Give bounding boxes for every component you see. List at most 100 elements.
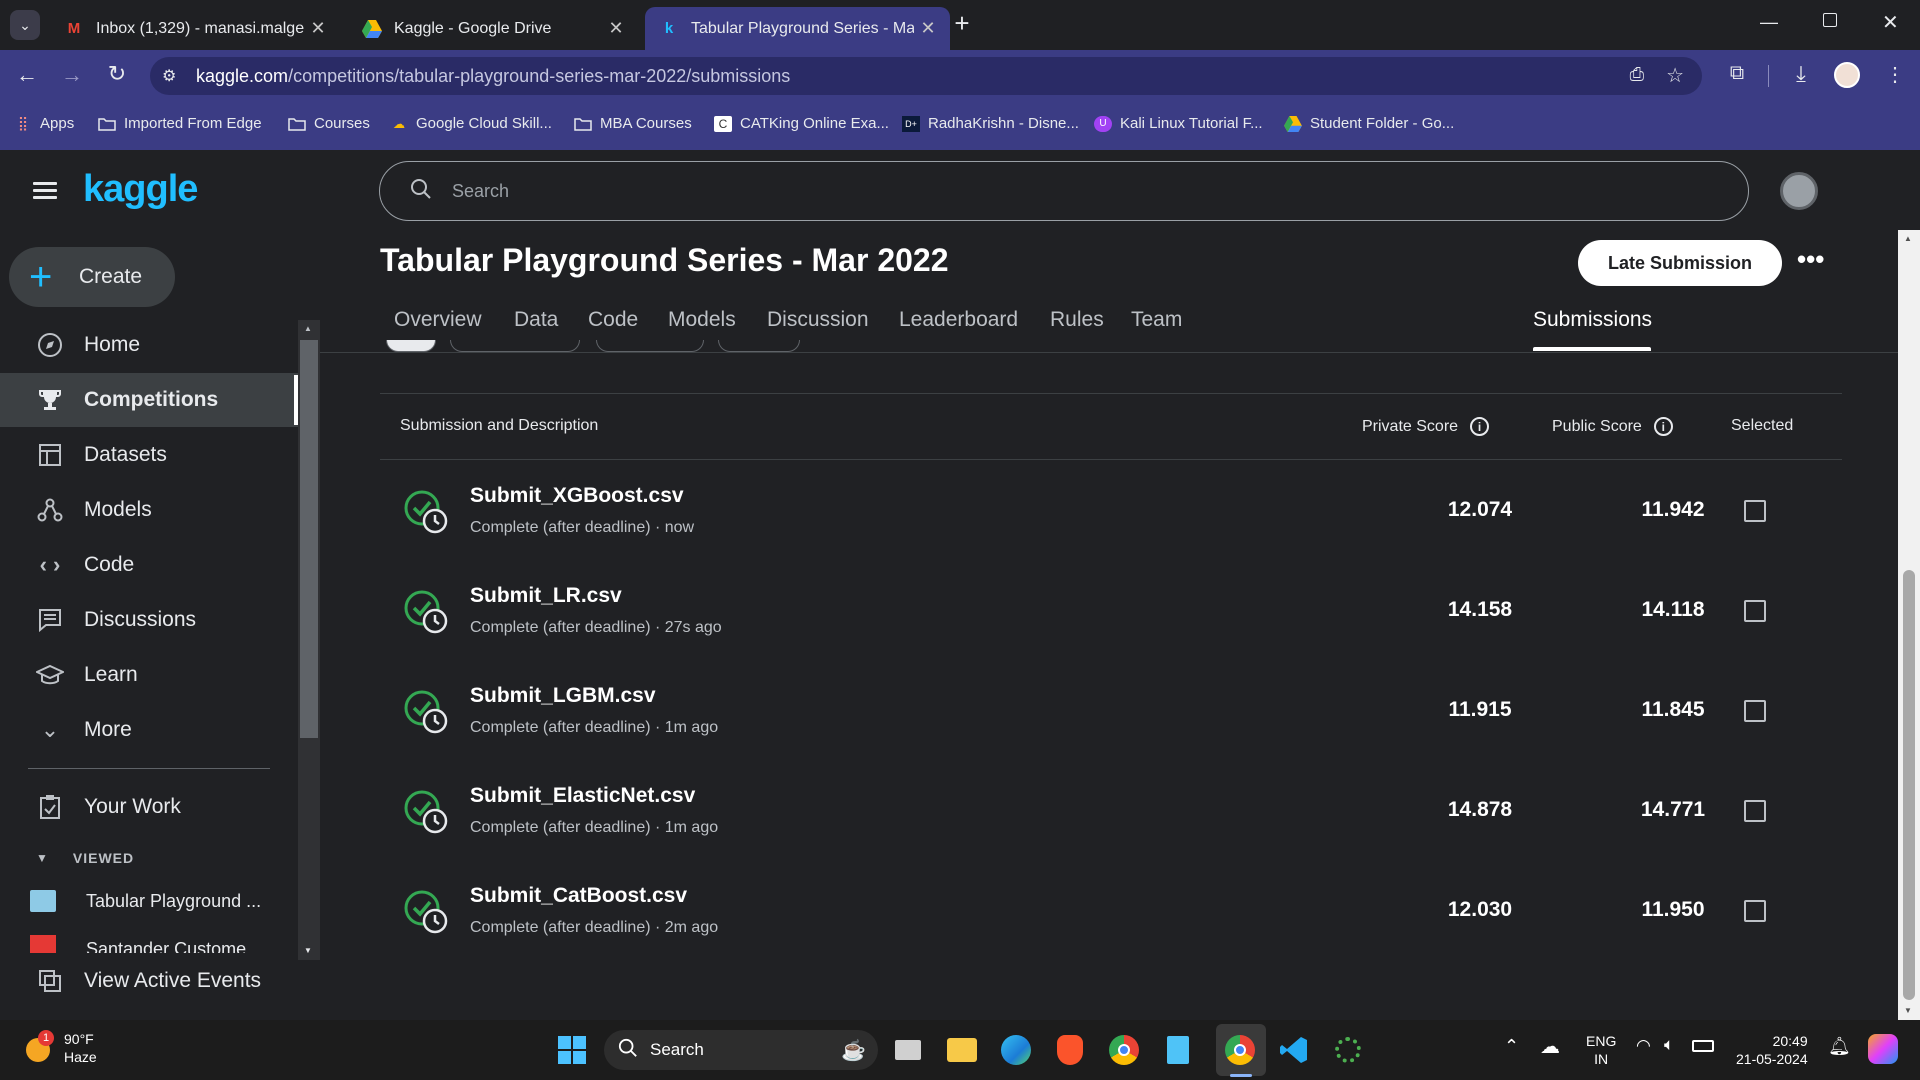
new-tab-button[interactable]: + [950,8,974,39]
tab-search-button[interactable]: ⌄ [10,10,40,40]
page-scrollbar[interactable]: ▲ ▼ [1898,230,1920,1020]
bookmark-mba-courses[interactable]: MBA Courses [574,115,692,132]
bookmark-kali-linux[interactable]: U Kali Linux Tutorial F... [1094,115,1263,132]
address-bar[interactable]: ⚙ kaggle.com/competitions/tabular-playgr… [150,57,1702,95]
vscode-icon[interactable] [1276,1032,1312,1068]
windows-start-icon[interactable] [554,1032,590,1068]
selected-checkbox[interactable] [1744,700,1766,722]
more-options-icon[interactable]: ••• [1797,244,1824,275]
loading-app-icon[interactable] [1330,1032,1366,1068]
bookmark-student-folder[interactable]: Student Folder - Go... [1284,115,1454,132]
site-info-icon[interactable]: ⚙ [162,66,188,86]
sidebar-item-learn[interactable]: Learn [0,648,298,702]
table-row[interactable]: Submit_LGBM.csv Complete (after deadline… [380,660,1842,760]
hamburger-menu-icon[interactable] [33,182,57,199]
install-app-icon[interactable]: ⎙ [1630,64,1644,85]
brave-icon[interactable] [1052,1032,1088,1068]
bookmark-imported-from-edge[interactable]: Imported From Edge [98,115,262,132]
bookmark-courses[interactable]: Courses [288,115,370,132]
chrome-icon[interactable] [1106,1032,1142,1068]
submission-filename[interactable]: Submit_XGBoost.csv [470,484,684,508]
sidebar-item-models[interactable]: Models [0,483,298,537]
notification-bell-icon[interactable]: 🔔︎ [1828,1036,1851,1057]
tab-team[interactable]: Team [1131,308,1182,332]
chrome-profile-icon[interactable] [1222,1032,1258,1068]
tab-rules[interactable]: Rules [1050,308,1104,332]
bookmark-catking[interactable]: C CATKing Online Exa... [714,115,889,132]
copilot-icon[interactable] [1868,1034,1898,1064]
sidebar-scrollbar[interactable]: ▲ ▼ [298,320,320,960]
table-row[interactable]: Submit_LR.csv Complete (after deadline) … [380,560,1842,660]
notepad-icon[interactable] [1160,1032,1196,1068]
profile-avatar[interactable] [1834,62,1860,88]
tab-overview[interactable]: Overview [394,308,482,332]
onedrive-icon[interactable]: ☁ [1540,1034,1560,1059]
sidebar-item-home[interactable]: Home [0,318,298,372]
edge-icon[interactable] [998,1032,1034,1068]
tab-data[interactable]: Data [514,308,558,332]
info-icon[interactable]: i [1470,417,1490,436]
close-icon[interactable]: ✕ [914,18,942,39]
submission-filename[interactable]: Submit_LGBM.csv [470,684,656,708]
battery-icon[interactable] [1692,1040,1714,1052]
selected-checkbox[interactable] [1744,600,1766,622]
window-close-icon[interactable]: ✕ [1882,10,1899,35]
back-icon[interactable]: ← [12,62,42,88]
sidebar-item-more[interactable]: ⌄ More [0,703,298,757]
close-icon[interactable]: ✕ [304,18,332,39]
tab-kaggle-active[interactable]: k Tabular Playground Series - Mar ✕ [645,7,950,50]
tab-google-drive[interactable]: Kaggle - Google Drive ✕ [348,7,638,50]
info-icon[interactable]: i [1653,417,1673,436]
extensions-icon[interactable]: ⧉ [1722,62,1752,85]
menu-kebab-icon[interactable]: ⋮ [1880,62,1910,87]
sidebar-item-code[interactable]: ‹ › Code [0,538,298,592]
selected-checkbox[interactable] [1744,500,1766,522]
viewed-item-santander[interactable]: Santander Custome... [30,935,261,953]
tab-gmail[interactable]: M Inbox (1,329) - manasi.malge@ ✕ [50,7,340,50]
sidebar-item-competitions[interactable]: Competitions [0,373,298,427]
close-icon[interactable]: ✕ [602,18,630,39]
sidebar-item-discussions[interactable]: Discussions [0,593,298,647]
sidebar-item-your-work[interactable]: Your Work [0,780,298,834]
tab-code[interactable]: Code [588,308,638,332]
reload-icon[interactable]: ↻ [102,61,132,87]
filter-chip-errors[interactable] [718,340,800,352]
sidebar-item-view-active-events[interactable]: View Active Events [0,954,298,1008]
table-row[interactable]: Submit_XGBoost.csv Complete (after deadl… [380,460,1842,560]
create-button[interactable]: + Create [9,247,175,307]
weather-widget[interactable]: 1 90°F Haze [22,1030,97,1066]
restore-icon[interactable] [1823,13,1837,27]
tab-models[interactable]: Models [668,308,736,332]
tab-discussion[interactable]: Discussion [767,308,869,332]
search-input[interactable]: Search [379,161,1749,221]
filter-chip-selected[interactable] [596,340,704,352]
kaggle-logo[interactable]: kaggle [83,168,198,211]
table-row[interactable]: Submit_ElasticNet.csv Complete (after de… [380,760,1842,860]
taskbar-search-box[interactable]: Search ☕ [604,1030,878,1070]
bookmark-google-cloud[interactable]: ☁ Google Cloud Skill... [390,115,552,132]
clock[interactable]: 20:49 21-05-2024 [1736,1032,1808,1068]
submission-filename[interactable]: Submit_LR.csv [470,584,622,608]
task-view-icon[interactable] [890,1032,926,1068]
bookmark-apps[interactable]: ⣿ Apps [14,115,74,132]
selected-checkbox[interactable] [1744,900,1766,922]
viewed-item-tabular[interactable]: Tabular Playground ... [30,890,261,912]
file-explorer-icon[interactable] [944,1032,980,1068]
late-submission-button[interactable]: Late Submission [1578,240,1782,286]
tab-leaderboard[interactable]: Leaderboard [899,308,1018,332]
show-hidden-icons[interactable]: ⌃ [1504,1036,1519,1057]
viewed-section-header[interactable]: ▼ VIEWED [36,850,134,866]
submission-filename[interactable]: Submit_ElasticNet.csv [470,784,695,808]
tab-submissions[interactable]: Submissions [1533,308,1652,332]
volume-icon[interactable]: 🔈︎ [1664,1035,1674,1055]
downloads-icon[interactable]: ⤓ [1786,61,1816,87]
filter-chip-all[interactable] [386,340,436,352]
bookmark-radhakrishn[interactable]: D+ RadhaKrishn - Disne... [902,115,1079,132]
selected-checkbox[interactable] [1744,800,1766,822]
wifi-icon[interactable]: ◠ [1636,1036,1651,1056]
user-avatar[interactable] [1780,172,1818,210]
minimize-icon[interactable]: — [1760,12,1778,33]
table-row[interactable]: Submit_CatBoost.csv Complete (after dead… [380,860,1842,960]
sidebar-item-datasets[interactable]: Datasets [0,428,298,482]
language-indicator[interactable]: ENG IN [1586,1032,1616,1068]
